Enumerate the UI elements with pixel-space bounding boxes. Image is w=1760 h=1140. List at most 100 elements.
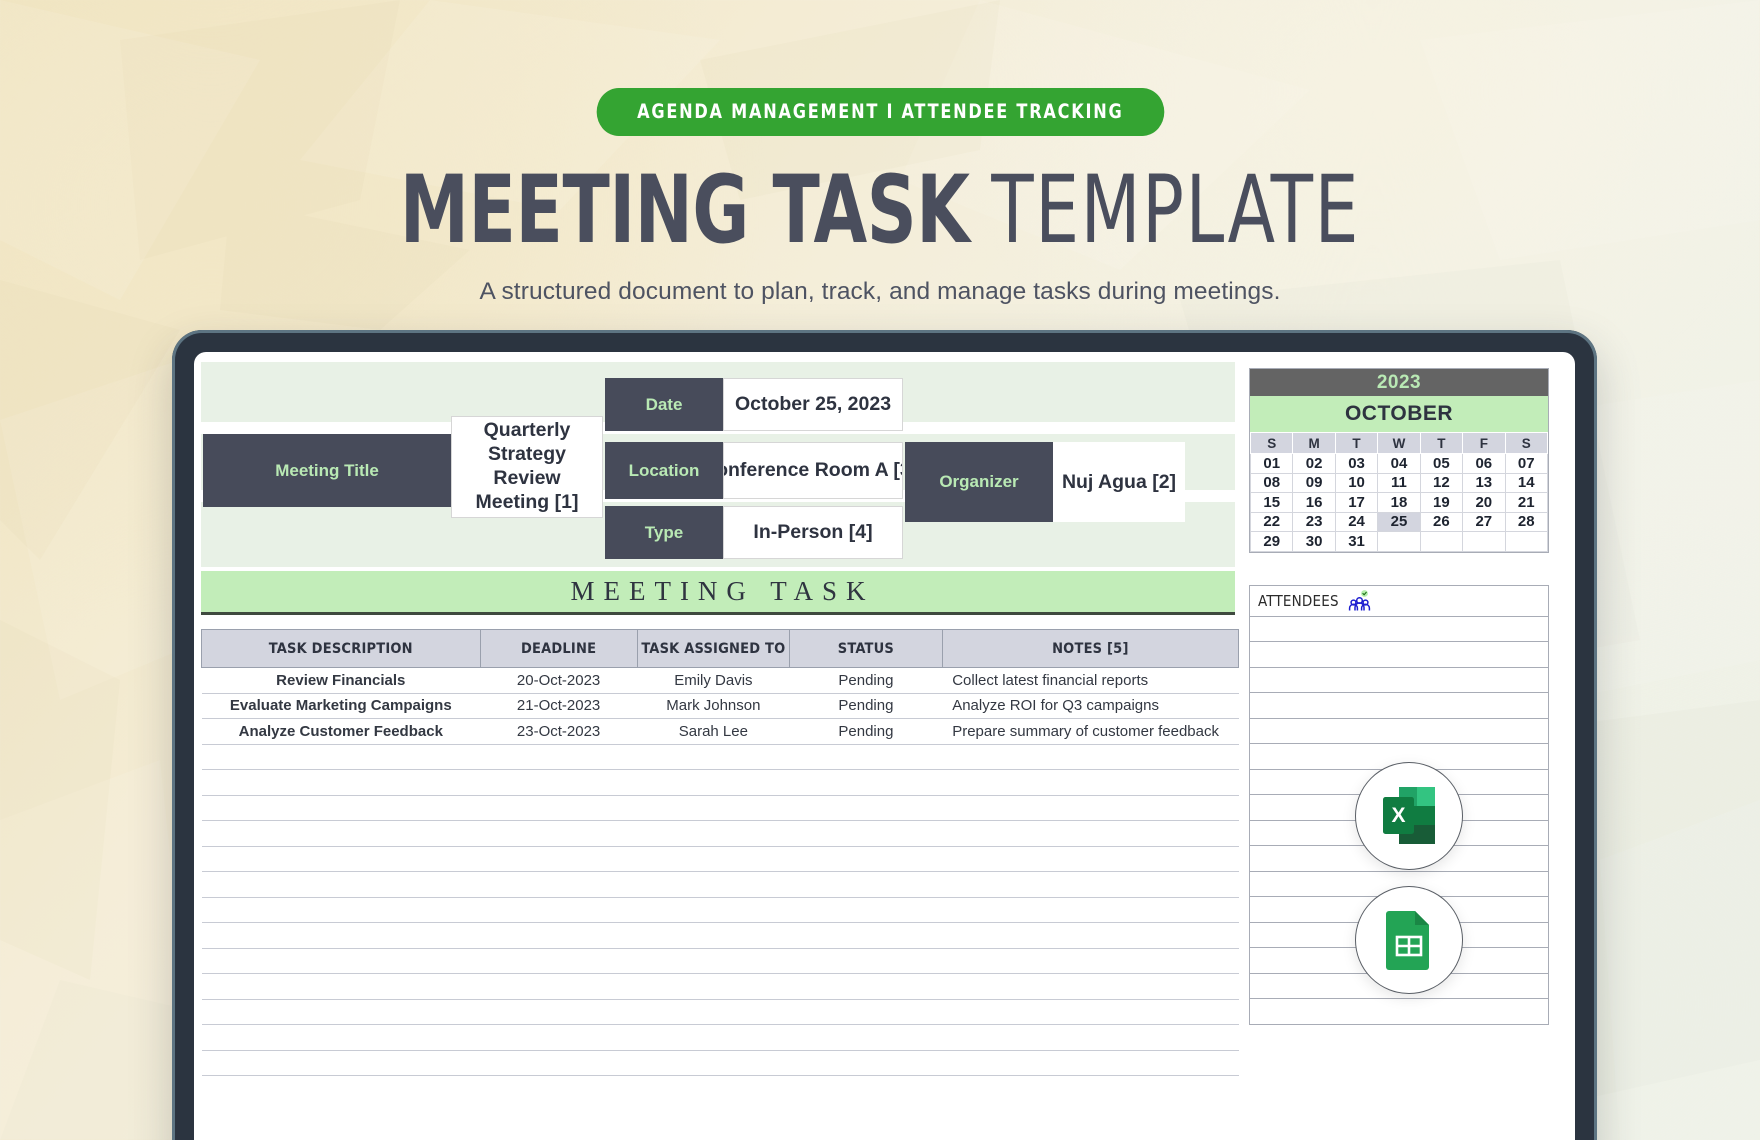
- attendee-row-empty[interactable]: [1249, 718, 1549, 744]
- calendar-day[interactable]: 30: [1292, 531, 1336, 552]
- task-cell-empty[interactable]: [480, 820, 638, 847]
- column-header-task-assigned-to[interactable]: TASK ASSIGNED TO: [636, 629, 791, 668]
- table-row-empty[interactable]: [201, 743, 1239, 770]
- google-sheets-icon[interactable]: [1355, 886, 1463, 994]
- location-value[interactable]: Conference Room A [3]: [723, 442, 903, 499]
- task-cell-empty[interactable]: [480, 743, 638, 770]
- task-cell-empty[interactable]: [480, 998, 638, 1025]
- task-cell-empty[interactable]: [637, 947, 790, 974]
- task-cell-empty[interactable]: [480, 947, 638, 974]
- calendar-day[interactable]: 07: [1504, 453, 1549, 474]
- task-cell-empty[interactable]: [480, 769, 638, 796]
- calendar-day[interactable]: 17: [1334, 492, 1379, 513]
- column-header-notes[interactable]: NOTES [5]: [941, 629, 1240, 668]
- attendee-row-empty[interactable]: [1249, 693, 1549, 719]
- attendee-row-empty[interactable]: [1249, 999, 1549, 1025]
- task-cell-empty[interactable]: [480, 794, 638, 821]
- task-cell-empty[interactable]: [201, 922, 481, 949]
- task-cell-empty[interactable]: [201, 743, 481, 770]
- task-cell-empty[interactable]: [789, 871, 943, 898]
- table-row-empty[interactable]: [201, 820, 1239, 847]
- task-cell-notes[interactable]: Analyze ROI for Q3 campaigns: [942, 692, 1239, 719]
- task-cell-empty[interactable]: [201, 845, 481, 872]
- microsoft-excel-icon[interactable]: X: [1355, 762, 1463, 870]
- attendee-row-empty[interactable]: [1249, 616, 1549, 642]
- task-cell-empty[interactable]: [942, 922, 1239, 949]
- task-cell-empty[interactable]: [942, 820, 1239, 847]
- calendar-day[interactable]: 27: [1462, 511, 1506, 532]
- calendar-day[interactable]: 05: [1419, 453, 1464, 474]
- task-cell-empty[interactable]: [637, 973, 790, 1000]
- task-cell-empty[interactable]: [480, 1024, 638, 1051]
- table-row-empty[interactable]: [201, 794, 1239, 821]
- column-header-task-description[interactable]: TASK DESCRIPTION: [201, 629, 481, 668]
- task-cell-empty[interactable]: [201, 820, 481, 847]
- task-cell-empty[interactable]: [480, 896, 638, 923]
- calendar-day[interactable]: 10: [1334, 472, 1379, 493]
- task-cell-empty[interactable]: [942, 1024, 1239, 1051]
- task-cell-deadline[interactable]: 21-Oct-2023: [480, 692, 638, 719]
- organizer-value[interactable]: Nuj Agua [2]: [1053, 442, 1185, 522]
- task-cell-empty[interactable]: [789, 947, 943, 974]
- table-row-empty[interactable]: [201, 947, 1239, 974]
- calendar-day[interactable]: 06: [1462, 453, 1506, 474]
- task-cell-empty[interactable]: [480, 845, 638, 872]
- task-cell-empty[interactable]: [201, 998, 481, 1025]
- task-cell-empty[interactable]: [637, 896, 790, 923]
- task-cell-empty[interactable]: [637, 1049, 790, 1076]
- calendar-day[interactable]: 23: [1292, 511, 1336, 532]
- attendee-row-empty[interactable]: [1249, 667, 1549, 693]
- table-row[interactable]: Review Financials 20-Oct-2023 Emily Davis P…: [201, 667, 1239, 694]
- task-cell-empty[interactable]: [942, 896, 1239, 923]
- task-cell-empty[interactable]: [789, 1049, 943, 1076]
- task-cell-empty[interactable]: [201, 769, 481, 796]
- task-cell-empty[interactable]: [789, 922, 943, 949]
- task-cell-deadline[interactable]: 23-Oct-2023: [480, 718, 638, 745]
- task-cell-empty[interactable]: [789, 794, 943, 821]
- calendar-day[interactable]: 02: [1292, 453, 1336, 474]
- calendar-day[interactable]: 18: [1377, 492, 1421, 513]
- task-cell-empty[interactable]: [637, 794, 790, 821]
- task-cell-empty[interactable]: [942, 973, 1239, 1000]
- table-row-empty[interactable]: [201, 998, 1239, 1025]
- task-cell-empty[interactable]: [789, 998, 943, 1025]
- table-row[interactable]: Evaluate Marketing Campaigns 21-Oct-2023 M…: [201, 692, 1239, 719]
- task-cell-empty[interactable]: [637, 769, 790, 796]
- task-cell-empty[interactable]: [789, 1024, 943, 1051]
- calendar-day[interactable]: 24: [1334, 511, 1379, 532]
- task-cell-empty[interactable]: [201, 1049, 481, 1076]
- column-header-deadline[interactable]: DEADLINE: [479, 629, 638, 668]
- task-cell-description[interactable]: Analyze Customer Feedback: [201, 718, 481, 745]
- calendar-day[interactable]: 22: [1249, 511, 1294, 532]
- task-cell-empty[interactable]: [789, 743, 943, 770]
- task-cell-empty[interactable]: [201, 1024, 481, 1051]
- task-cell-empty[interactable]: [942, 769, 1239, 796]
- table-row-empty[interactable]: [201, 973, 1239, 1000]
- calendar-day[interactable]: 31: [1334, 531, 1379, 552]
- table-row-empty[interactable]: [201, 1024, 1239, 1051]
- task-cell-empty[interactable]: [201, 896, 481, 923]
- task-cell-assigned-to[interactable]: Sarah Lee: [637, 718, 790, 745]
- task-cell-empty[interactable]: [637, 871, 790, 898]
- task-cell-deadline[interactable]: 20-Oct-2023: [480, 667, 638, 694]
- calendar-day[interactable]: 13: [1462, 472, 1506, 493]
- calendar-day[interactable]: 26: [1419, 511, 1464, 532]
- calendar-day[interactable]: 03: [1334, 453, 1379, 474]
- calendar-day[interactable]: 28: [1504, 511, 1549, 532]
- meeting-title-value[interactable]: Quarterly Strategy Review Meeting [1]: [451, 416, 603, 518]
- task-cell-assigned-to[interactable]: Emily Davis: [637, 667, 790, 694]
- calendar-day[interactable]: 19: [1419, 492, 1464, 513]
- type-value[interactable]: In-Person [4]: [723, 506, 903, 559]
- table-row-empty[interactable]: [201, 922, 1239, 949]
- table-row-empty[interactable]: [201, 896, 1239, 923]
- task-cell-notes[interactable]: Prepare summary of customer feedback: [942, 718, 1239, 745]
- task-cell-empty[interactable]: [942, 947, 1239, 974]
- table-row-empty[interactable]: [201, 871, 1239, 898]
- task-cell-empty[interactable]: [480, 973, 638, 1000]
- calendar-day[interactable]: 01: [1249, 453, 1294, 474]
- calendar-day[interactable]: 16: [1292, 492, 1336, 513]
- task-cell-empty[interactable]: [942, 871, 1239, 898]
- task-cell-empty[interactable]: [637, 743, 790, 770]
- table-row-empty[interactable]: [201, 845, 1239, 872]
- task-cell-empty[interactable]: [789, 896, 943, 923]
